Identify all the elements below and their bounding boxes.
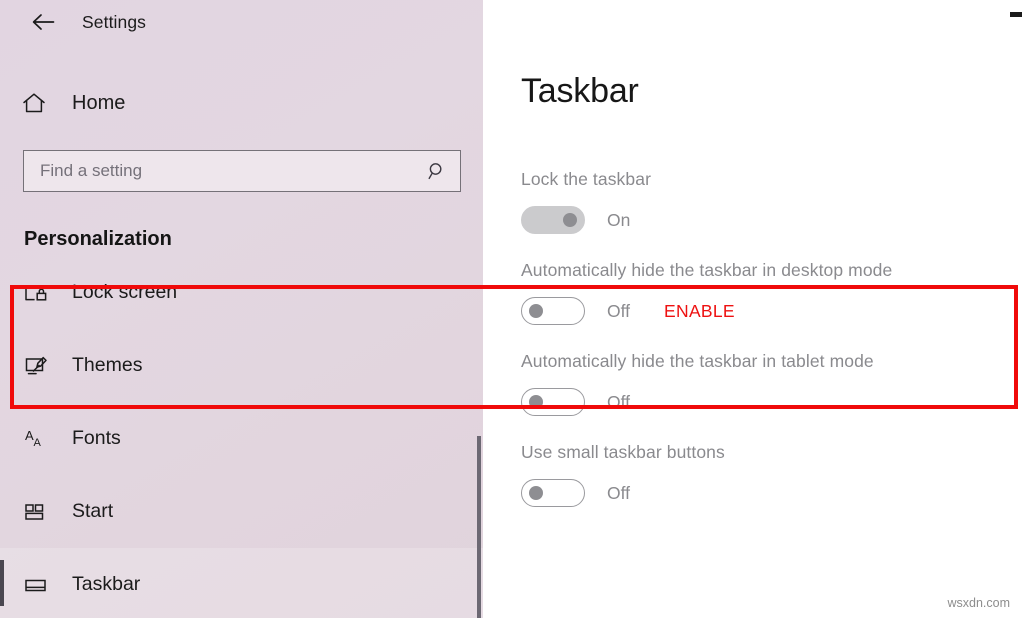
sidebar-item-themes[interactable]: Themes: [0, 329, 483, 402]
main-content: Taskbar Lock the taskbar On Automaticall…: [483, 0, 1024, 618]
setting-label: Automatically hide the taskbar in deskto…: [521, 260, 893, 280]
page-title: Taskbar: [521, 72, 639, 110]
section-header-personalization: Personalization: [24, 228, 172, 250]
setting-control-row: Off: [521, 479, 1024, 507]
sidebar-item-lock-screen-label: Lock screen: [72, 281, 178, 303]
sidebar-item-home[interactable]: Home: [0, 84, 483, 122]
setting-control-row: On: [521, 206, 1024, 234]
setting-lock-the-taskbar: Lock the taskbar On: [521, 157, 1024, 248]
setting-auto-hide-desktop-mode: Automatically hide the taskbar in deskto…: [521, 248, 1024, 339]
taskbar-icon: [24, 574, 54, 596]
toggle-state-label: Off: [607, 391, 631, 412]
settings-window: Settings Home Personalization: [0, 0, 1024, 618]
enable-action-label[interactable]: ENABLE: [664, 301, 735, 322]
fonts-icon: A A: [24, 427, 54, 451]
toggle-state-label: Off: [607, 300, 631, 321]
setting-label: Use small taskbar buttons: [521, 442, 725, 462]
sidebar-item-taskbar[interactable]: Taskbar: [0, 548, 483, 618]
toggle-use-small-taskbar-buttons[interactable]: [521, 479, 585, 507]
toggle-state-label: Off: [607, 482, 631, 503]
start-icon: [24, 501, 54, 523]
setting-control-row: Off ENABLE: [521, 297, 1024, 325]
setting-control-row: Off: [521, 388, 1024, 416]
toggle-auto-hide-tablet-mode[interactable]: [521, 388, 585, 416]
toggle-auto-hide-desktop-mode[interactable]: [521, 297, 585, 325]
sidebar-item-home-label: Home: [72, 91, 126, 114]
app-title: Settings: [82, 11, 147, 32]
sidebar-scrollbar-thumb[interactable]: [477, 436, 481, 618]
search-icon[interactable]: [426, 161, 448, 181]
themes-icon: [24, 354, 54, 378]
setting-label: Lock the taskbar: [521, 169, 652, 189]
home-icon: [22, 92, 56, 114]
toggle-state-label: On: [607, 209, 631, 230]
sidebar: Settings Home Personalization: [0, 0, 483, 618]
toggle-lock-the-taskbar[interactable]: [521, 206, 585, 234]
sidebar-item-start-label: Start: [72, 500, 114, 522]
settings-list: Lock the taskbar On Automatically hide t…: [521, 157, 1024, 521]
sidebar-item-start[interactable]: Start: [0, 475, 483, 548]
svg-text:A: A: [34, 437, 42, 449]
toggle-knob: [529, 395, 543, 409]
search-input[interactable]: [40, 161, 426, 181]
minimize-icon[interactable]: [1010, 12, 1022, 17]
setting-label: Automatically hide the taskbar in tablet…: [521, 351, 874, 371]
sidebar-item-themes-label: Themes: [72, 354, 143, 376]
sidebar-item-lock-screen[interactable]: Lock screen: [0, 272, 483, 329]
toggle-knob: [563, 213, 577, 227]
setting-use-small-taskbar-buttons: Use small taskbar buttons Off: [521, 430, 1024, 521]
back-arrow-icon[interactable]: [22, 6, 64, 38]
search-box[interactable]: [23, 150, 461, 192]
toggle-knob: [529, 304, 543, 318]
toggle-knob: [529, 486, 543, 500]
sidebar-item-taskbar-label: Taskbar: [72, 573, 141, 595]
sidebar-nav-list: Lock screen Themes A A Fonts Start Taskb…: [0, 272, 483, 618]
watermark: wsxdn.com: [947, 596, 1010, 610]
sidebar-item-fonts-label: Fonts: [72, 427, 121, 449]
title-bar: Settings: [0, 0, 483, 44]
setting-auto-hide-tablet-mode: Automatically hide the taskbar in tablet…: [521, 339, 1024, 430]
lock-screen-icon: [24, 282, 54, 304]
sidebar-item-fonts[interactable]: A A Fonts: [0, 402, 483, 475]
